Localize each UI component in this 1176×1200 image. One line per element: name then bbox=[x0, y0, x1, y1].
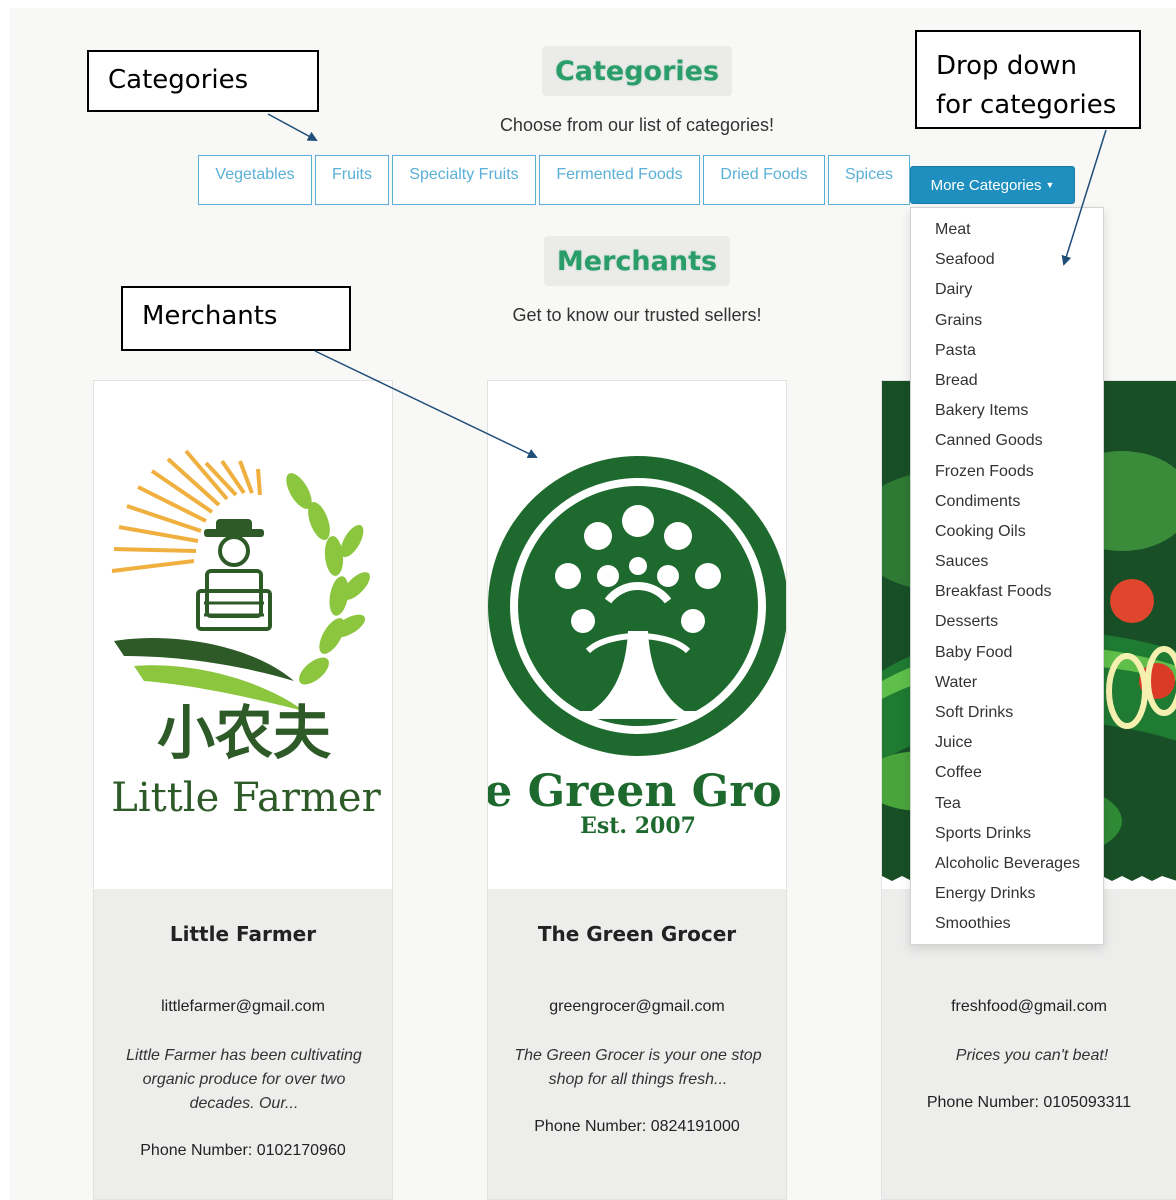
dropdown-item-canned-goods[interactable]: Canned Goods bbox=[911, 426, 1103, 456]
category-button-fermented-foods[interactable]: Fermented Foods bbox=[539, 155, 700, 205]
annotation-categories-text: Categories bbox=[108, 65, 249, 95]
merchants-heading: Merchants bbox=[543, 236, 731, 286]
categories-dropdown-menu: Meat Seafood Dairy Grains Pasta Bread Ba… bbox=[910, 207, 1104, 945]
dropdown-item-soft-drinks[interactable]: Soft Drinks bbox=[911, 698, 1103, 728]
category-button-specialty-fruits[interactable]: Specialty Fruits bbox=[392, 155, 536, 205]
merchant-phone: Phone Number: 0824191000 bbox=[534, 1118, 740, 1135]
merchant-phone: Phone Number: 0102170960 bbox=[140, 1142, 346, 1159]
merchant-phone: Phone Number: 0105093311 bbox=[926, 1094, 1132, 1111]
dropdown-item-seafood[interactable]: Seafood bbox=[911, 245, 1103, 275]
little-farmer-logo: 小农夫 Little Farmer bbox=[94, 381, 392, 889]
dropdown-item-breakfast-foods[interactable]: Breakfast Foods bbox=[911, 577, 1103, 607]
merchant-email: greengrocer@gmail.com bbox=[549, 998, 725, 1015]
merchant-name: The Green Grocer bbox=[537, 922, 737, 946]
category-button-fruits[interactable]: Fruits bbox=[315, 155, 389, 205]
dropdown-item-bakery-items[interactable]: Bakery Items bbox=[911, 396, 1103, 426]
dropdown-item-pasta[interactable]: Pasta bbox=[911, 336, 1103, 366]
annotation-categories: Categories bbox=[87, 50, 319, 112]
annotation-dropdown-text-2: for categories bbox=[936, 90, 1117, 120]
dropdown-item-water[interactable]: Water bbox=[911, 668, 1103, 698]
merchant-card-green-grocer[interactable]: e Green Gro Est. 2007 The Green Grocer g… bbox=[487, 380, 787, 1200]
dropdown-item-condiments[interactable]: Condiments bbox=[911, 487, 1103, 517]
little-farmer-logo-en: Little Farmer bbox=[111, 775, 381, 821]
dropdown-item-baby-food[interactable]: Baby Food bbox=[911, 638, 1103, 668]
dropdown-item-energy-drinks[interactable]: Energy Drinks bbox=[911, 879, 1103, 909]
annotation-merchants-text: Merchants bbox=[142, 301, 278, 331]
dropdown-item-juice[interactable]: Juice bbox=[911, 728, 1103, 758]
category-buttons: Vegetables Fruits Specialty Fruits Ferme… bbox=[198, 155, 910, 205]
annotation-dropdown: Drop down for categories bbox=[915, 30, 1141, 129]
green-grocer-logo-graphic: e Green Gro Est. 2007 bbox=[488, 456, 786, 839]
dropdown-item-tea[interactable]: Tea bbox=[911, 789, 1103, 819]
merchant-name: Little Farmer bbox=[169, 922, 317, 946]
merchant-description: The Green Grocer is your one stop shop f… bbox=[514, 1047, 762, 1088]
dropdown-item-alcoholic-beverages[interactable]: Alcoholic Beverages bbox=[911, 849, 1103, 879]
dropdown-item-sauces[interactable]: Sauces bbox=[911, 547, 1103, 577]
more-categories-label: More Categories bbox=[930, 176, 1042, 194]
merchant-email: freshfood@gmail.com bbox=[951, 998, 1107, 1015]
dropdown-item-bread[interactable]: Bread bbox=[911, 366, 1103, 396]
merchant-card-little-farmer[interactable]: 小农夫 Little Farmer Little Farmer littlefa… bbox=[93, 380, 393, 1200]
dropdown-item-dairy[interactable]: Dairy bbox=[911, 275, 1103, 305]
dropdown-item-meat[interactable]: Meat bbox=[911, 215, 1103, 245]
annotation-merchants: Merchants bbox=[121, 286, 351, 351]
green-grocer-logo-text: e Green Gro bbox=[488, 766, 782, 817]
green-grocer-logo: e Green Gro Est. 2007 bbox=[488, 381, 786, 889]
dropdown-item-cooking-oils[interactable]: Cooking Oils bbox=[911, 517, 1103, 547]
categories-heading: Categories bbox=[541, 46, 733, 96]
little-farmer-logo-graphic: 小农夫 Little Farmer bbox=[111, 449, 382, 821]
category-button-vegetables[interactable]: Vegetables bbox=[198, 155, 312, 205]
category-button-spices[interactable]: Spices bbox=[828, 155, 910, 205]
dropdown-item-sports-drinks[interactable]: Sports Drinks bbox=[911, 819, 1103, 849]
caret-down-icon: ▼ bbox=[1045, 180, 1055, 190]
dropdown-item-desserts[interactable]: Desserts bbox=[911, 607, 1103, 637]
dropdown-item-smoothies[interactable]: Smoothies bbox=[911, 909, 1103, 939]
merchant-description: Prices you can't beat! bbox=[955, 1047, 1109, 1064]
merchant-description: Little Farmer has been cultivating organ… bbox=[126, 1047, 362, 1112]
merchant-email: littlefarmer@gmail.com bbox=[161, 998, 325, 1015]
little-farmer-logo-cn: 小农夫 bbox=[157, 699, 332, 767]
dropdown-item-coffee[interactable]: Coffee bbox=[911, 758, 1103, 788]
more-categories-button[interactable]: More Categories ▼ bbox=[910, 166, 1075, 204]
dropdown-item-grains[interactable]: Grains bbox=[911, 306, 1103, 336]
category-button-dried-foods[interactable]: Dried Foods bbox=[703, 155, 825, 205]
green-grocer-logo-est: Est. 2007 bbox=[580, 813, 696, 839]
dropdown-item-frozen-foods[interactable]: Frozen Foods bbox=[911, 457, 1103, 487]
